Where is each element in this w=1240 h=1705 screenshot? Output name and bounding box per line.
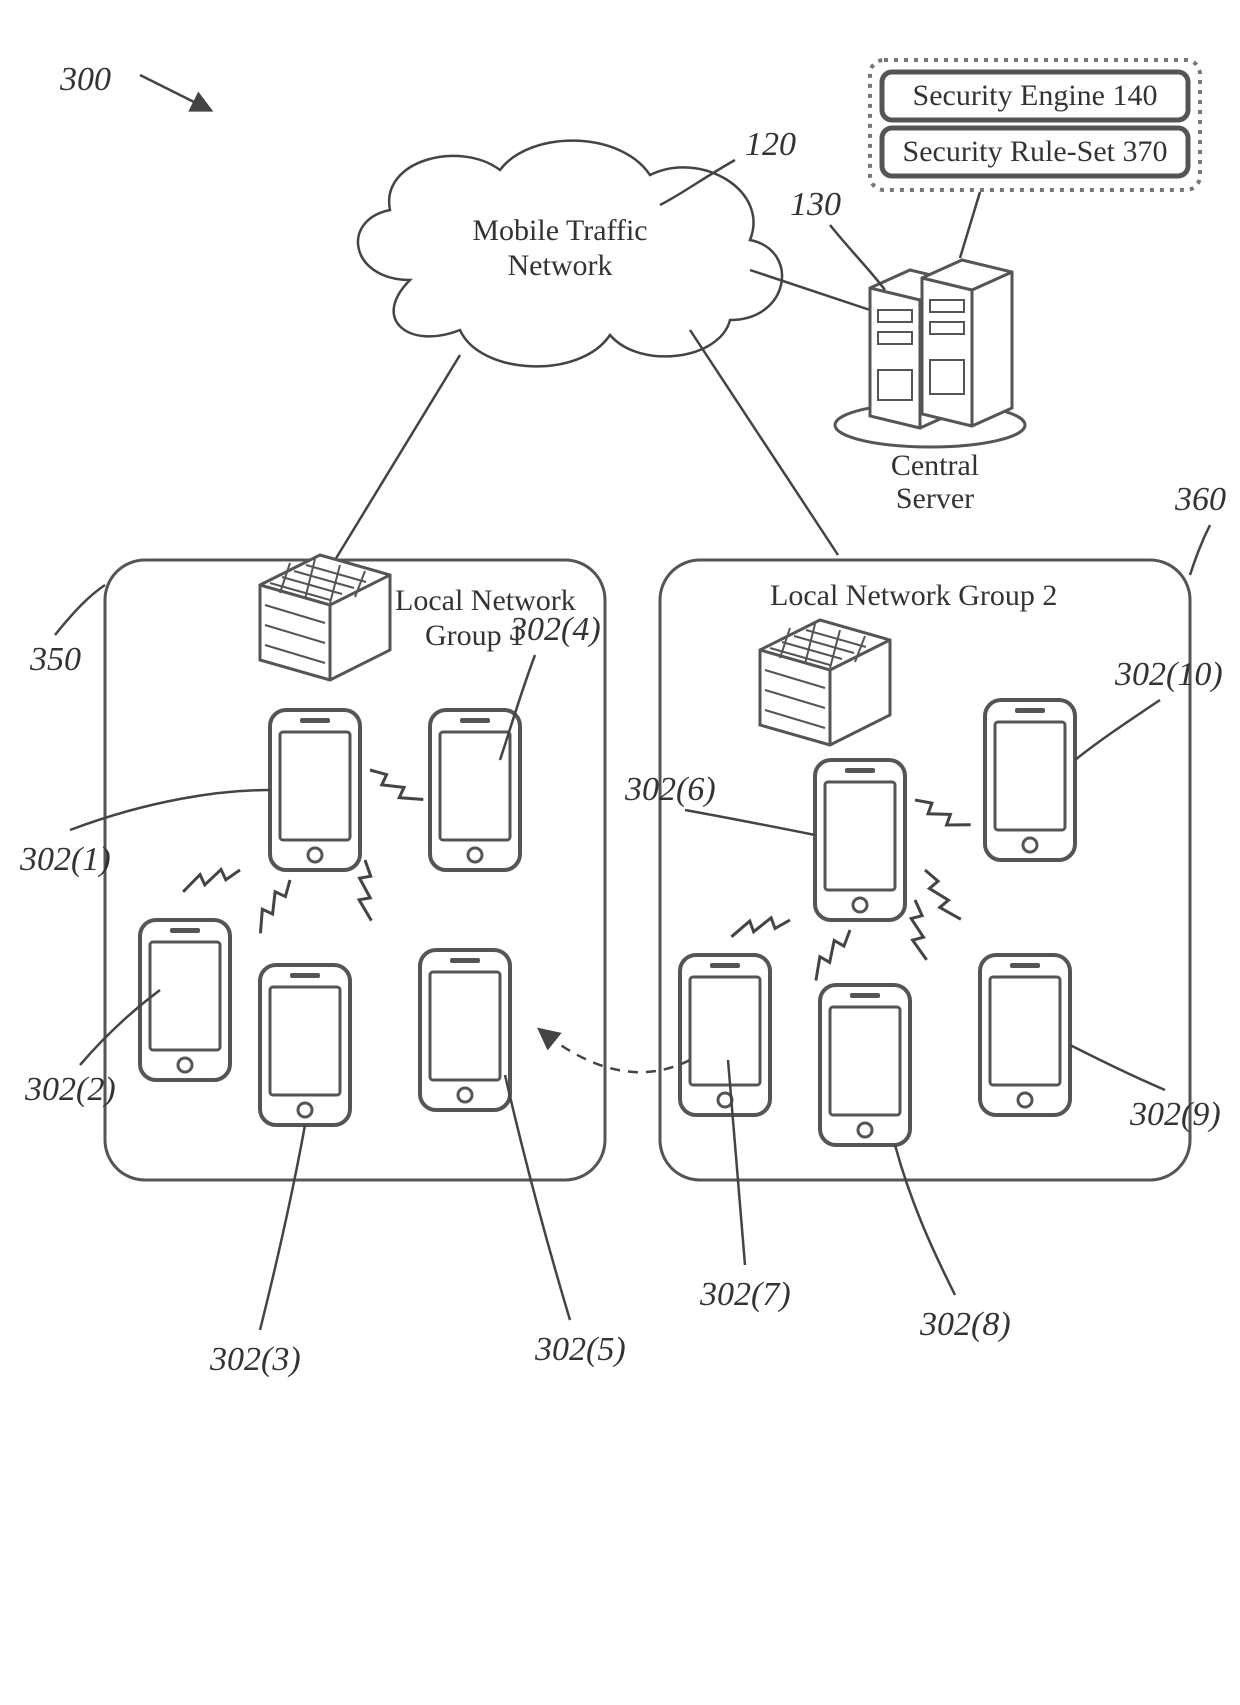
security-panel: Security Engine 140 Security Rule-Set 37… <box>870 60 1200 190</box>
central-server <box>835 260 1025 447</box>
security-ruleset-label: Security Rule-Set 370 <box>903 135 1168 168</box>
group2-title: Local Network Group 2 <box>770 579 1057 612</box>
cloud-label-1: Mobile Traffic <box>472 214 647 247</box>
group2-ref: 360 <box>1174 481 1226 518</box>
d9-ref: 302(9) <box>1129 1096 1221 1133</box>
local-network-group-2: Local Network Group 2 <box>660 560 1190 1180</box>
server-ref: 130 <box>790 186 841 223</box>
figure-ref-label: 300 <box>59 61 111 98</box>
d7-ref: 302(7) <box>699 1276 791 1313</box>
d8-ref: 302(8) <box>919 1306 1011 1343</box>
d10-ref: 302(10) <box>1114 656 1223 693</box>
d1-ref: 302(1) <box>19 841 111 878</box>
local-network-group-1: Local Network Group 1 <box>105 555 605 1180</box>
cloud-label-2: Network <box>508 249 613 282</box>
d2-ref: 302(2) <box>24 1071 116 1108</box>
group1-ref: 350 <box>29 641 81 678</box>
d6-ref: 302(6) <box>624 771 716 808</box>
d5-ref: 302(5) <box>534 1331 626 1368</box>
server-label-1: Central <box>891 449 979 482</box>
network-diagram: 300 Mobile Traffic Network 120 Central S… <box>0 0 1240 1705</box>
d4-ref: 302(4) <box>509 611 601 648</box>
server-label-2: Server <box>896 482 974 515</box>
cloud-ref: 120 <box>745 126 796 163</box>
security-engine-label: Security Engine 140 <box>913 79 1158 112</box>
cloud-mobile-traffic-network: Mobile Traffic Network <box>358 141 782 367</box>
d3-ref: 302(3) <box>209 1341 301 1378</box>
